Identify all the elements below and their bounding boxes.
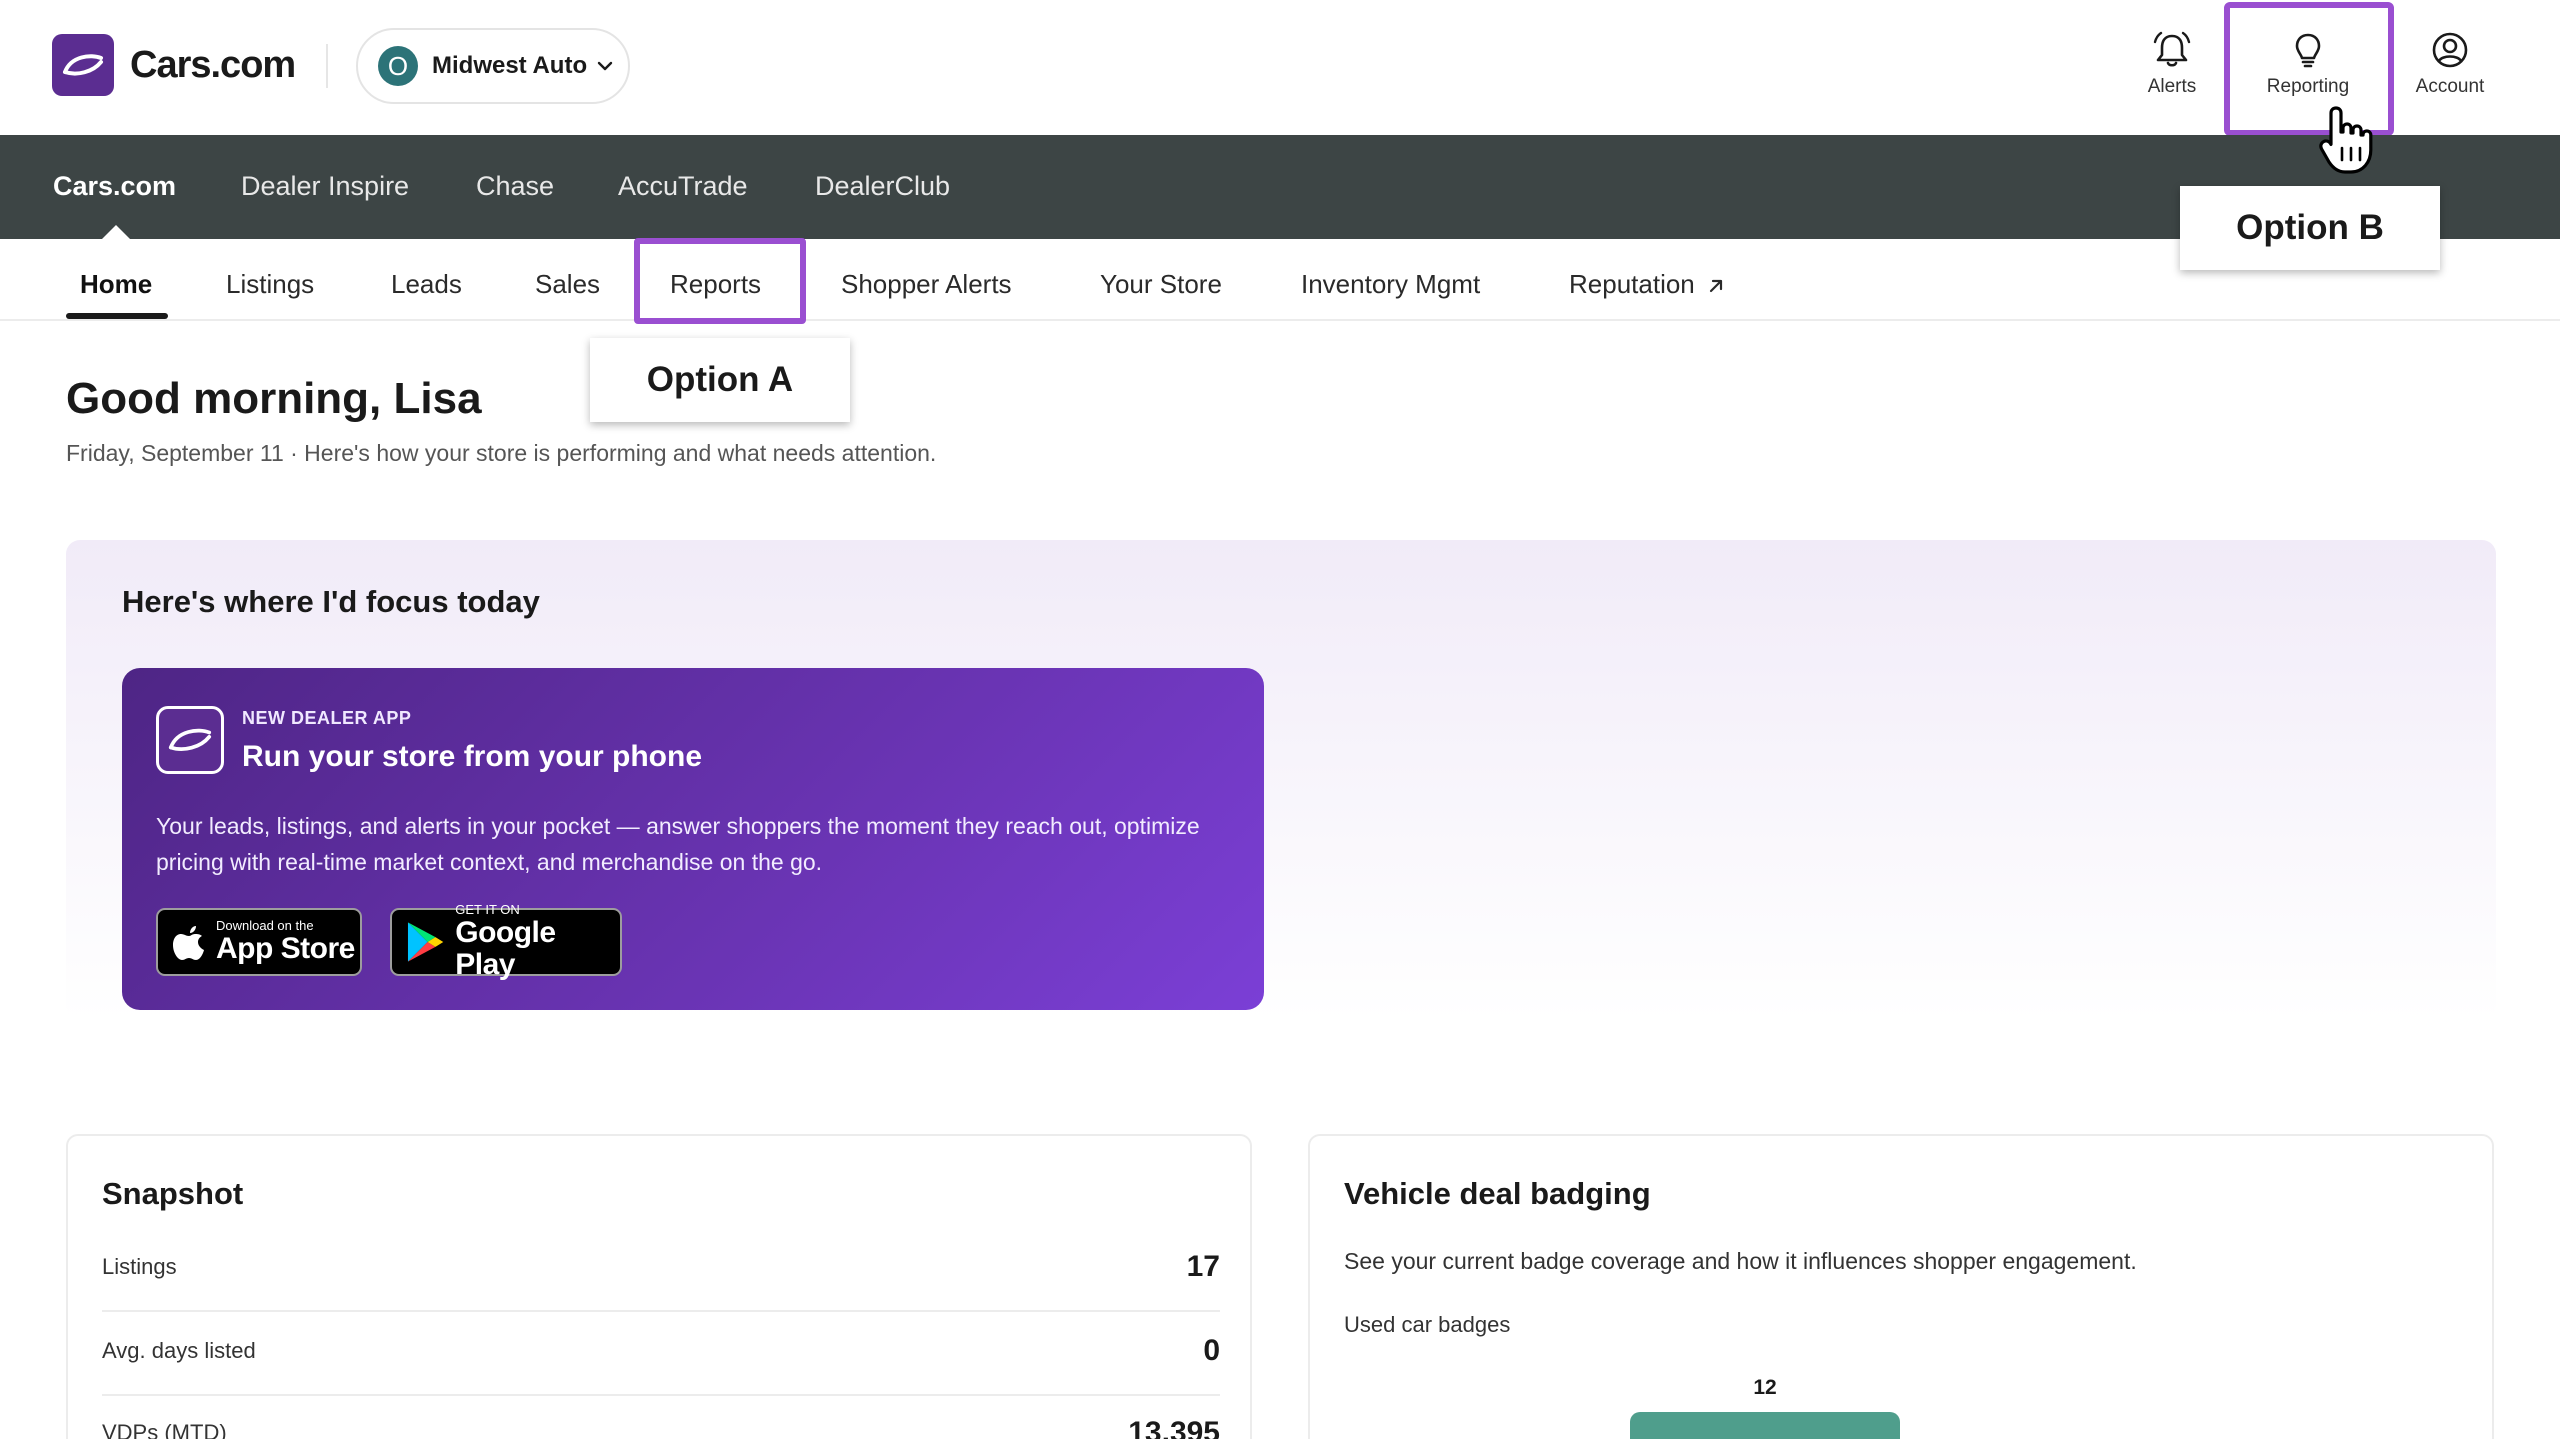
top-header: Cars.com O Midwest Auto Alerts Reporting	[0, 0, 2560, 136]
app-store-small-text: Download on the	[216, 918, 314, 933]
tab-leads[interactable]: Leads	[391, 269, 462, 300]
option-b-tooltip: Option B	[2180, 186, 2440, 270]
snapshot-row-vdps: VDPs (MTD) 13,395	[102, 1394, 1220, 1439]
snapshot-label: Avg. days listed	[102, 1338, 256, 1363]
brand-tab-dealerclub[interactable]: DealerClub	[815, 171, 950, 202]
snapshot-title: Snapshot	[102, 1176, 244, 1211]
snapshot-row-listings: Listings 17	[102, 1228, 1220, 1312]
brand-tab-cars-com[interactable]: Cars.com	[53, 171, 176, 202]
snapshot-label: Listings	[102, 1254, 177, 1279]
snapshot-label: VDPs (MTD)	[102, 1420, 227, 1439]
brand-bar: Cars.com Dealer Inspire Chase AccuTrade …	[0, 135, 2560, 239]
app-store-big-text: App Store	[216, 932, 355, 965]
page-subtitle: Friday, September 11 · Here's how your s…	[66, 440, 937, 466]
cars-com-logo[interactable]: Cars.com	[52, 34, 296, 96]
option-a-highlight	[634, 238, 806, 324]
tab-reputation[interactable]: Reputation	[1569, 269, 1726, 300]
app-store-button[interactable]: Download on the App Store	[156, 908, 362, 976]
tab-sales[interactable]: Sales	[535, 269, 600, 300]
external-link-icon	[1709, 280, 1723, 293]
dealer-badge: O	[378, 46, 418, 86]
tab-reputation-label: Reputation	[1569, 269, 1695, 299]
chevron-down-icon	[597, 61, 613, 71]
header-divider	[326, 44, 328, 88]
badging-description: See your current badge coverage and how …	[1344, 1248, 2137, 1274]
hand-cursor-icon	[2319, 106, 2373, 174]
cars-com-logo-icon	[52, 34, 114, 96]
snapshot-value: 17	[1186, 1250, 1220, 1283]
dealer-name: Midwest Auto	[432, 52, 588, 79]
snapshot-card: Snapshot Listings 17 Avg. days listed 0 …	[66, 1134, 1252, 1439]
tab-home[interactable]: Home	[80, 269, 152, 300]
snapshot-value: 13,395	[1128, 1416, 1220, 1439]
alerts-label: Alerts	[2147, 76, 2197, 97]
focus-panel: Here's where I'd focus today NEW DEALER …	[66, 540, 2496, 1020]
brand-tab-chase[interactable]: Chase	[476, 171, 554, 202]
google-play-big-text: Google Play	[455, 916, 556, 981]
brand-tab-dealer-inspire[interactable]: Dealer Inspire	[241, 171, 409, 202]
active-brand-caret	[102, 225, 130, 239]
app-card-eyebrow: NEW DEALER APP	[242, 708, 412, 728]
active-tab-underline	[66, 313, 168, 319]
badging-title: Vehicle deal badging	[1344, 1176, 1651, 1211]
brand-tab-accutrade[interactable]: AccuTrade	[618, 171, 748, 202]
badging-subtitle: Used car badges	[1344, 1312, 1511, 1337]
badge-bar[interactable]	[1630, 1412, 1900, 1439]
main-nav: Home Listings Leads Sales Reports Shoppe…	[0, 239, 2560, 321]
google-play-icon	[407, 922, 444, 962]
badge-bar-value: 12	[1753, 1376, 1777, 1399]
brand-name: Cars.com	[130, 43, 296, 86]
vehicle-deal-badging-card: Vehicle deal badging See your current ba…	[1308, 1134, 2494, 1439]
tab-shopper-alerts[interactable]: Shopper Alerts	[841, 269, 1012, 300]
google-play-button[interactable]: GET IT ON Google Play	[390, 903, 622, 981]
dealer-app-card: NEW DEALER APP Run your store from your …	[122, 668, 1264, 1010]
apple-icon	[173, 926, 204, 960]
alerts-button[interactable]: Alerts	[2112, 30, 2232, 98]
app-card-body: Your leads, listings, and alerts in your…	[156, 813, 1200, 875]
tab-listings[interactable]: Listings	[226, 269, 314, 300]
snapshot-row-avg-days: Avg. days listed 0	[102, 1312, 1220, 1396]
app-card-headline: Run your store from your phone	[242, 740, 703, 773]
tab-your-store[interactable]: Your Store	[1100, 269, 1222, 300]
account-button[interactable]: Account	[2390, 30, 2510, 98]
snapshot-value: 0	[1203, 1334, 1220, 1367]
focus-title: Here's where I'd focus today	[122, 584, 540, 619]
tab-inventory-mgmt[interactable]: Inventory Mgmt	[1301, 269, 1480, 300]
bell-icon	[2153, 31, 2191, 67]
option-a-tooltip: Option A	[590, 338, 850, 422]
dealer-app-logo-icon	[156, 706, 224, 774]
google-play-small-text: GET IT ON	[455, 902, 520, 917]
dealer-selector[interactable]: O Midwest Auto	[356, 28, 630, 104]
user-circle-icon	[2432, 32, 2468, 68]
account-label: Account	[2415, 76, 2485, 97]
page-title: Good morning, Lisa	[66, 374, 482, 423]
